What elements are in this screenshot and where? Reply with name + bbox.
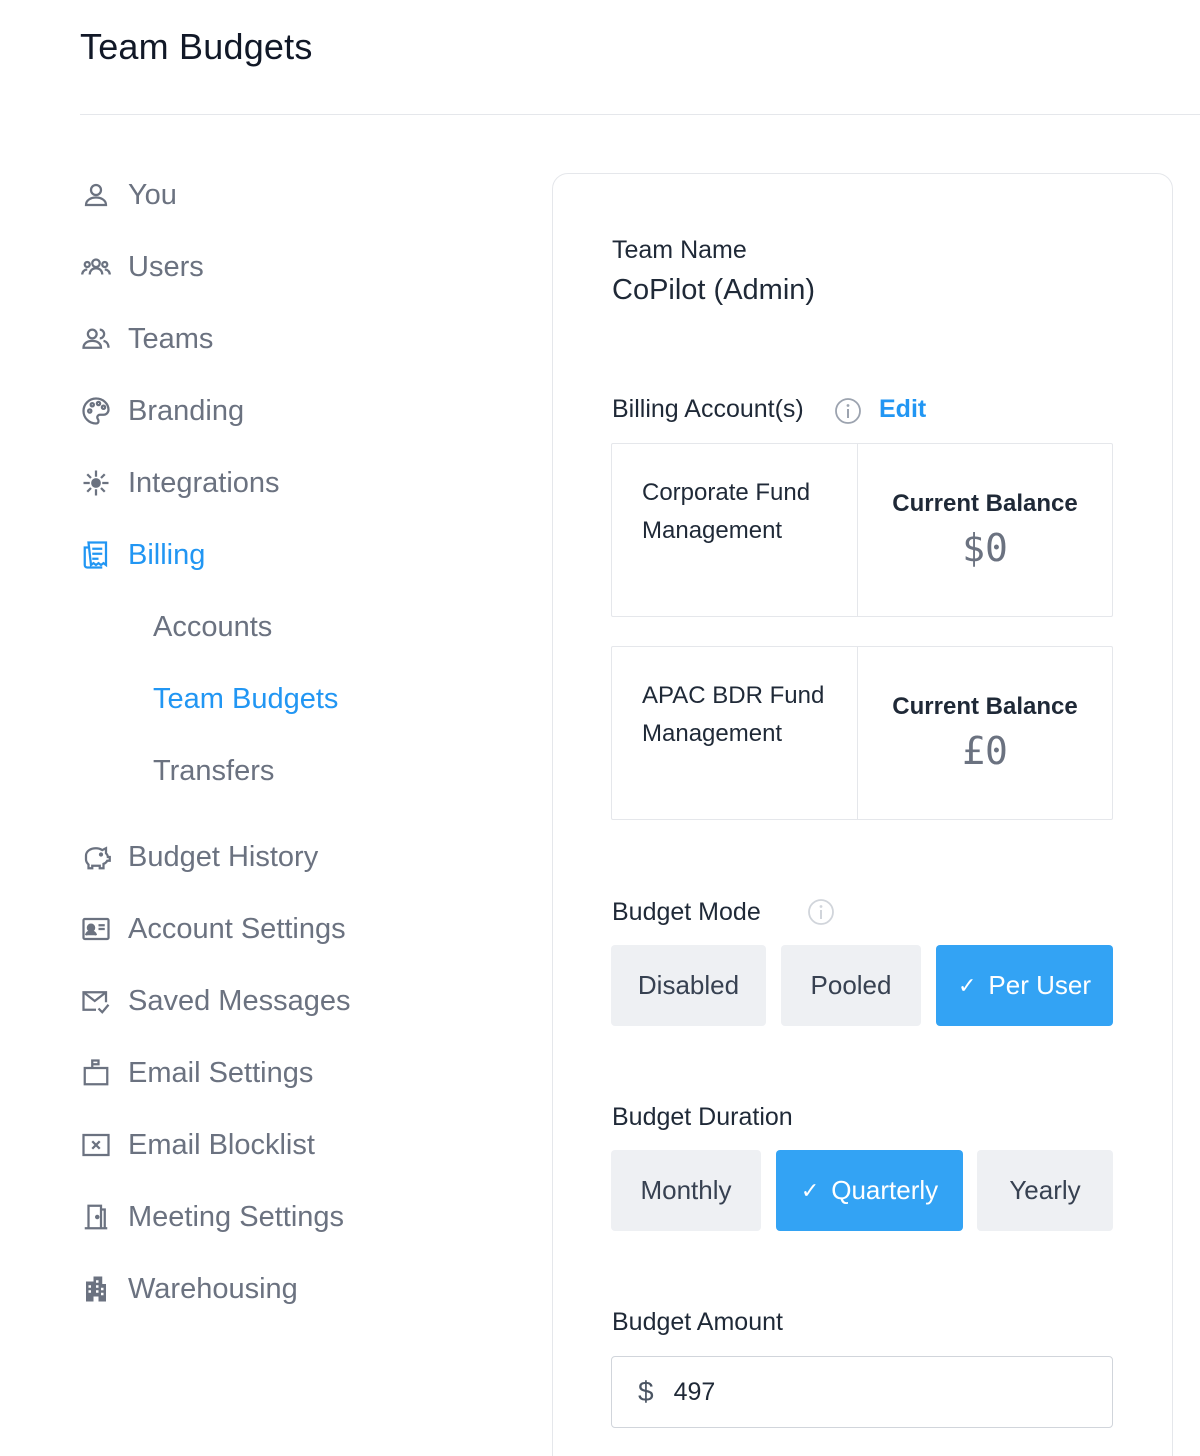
sidebar-subitem-transfers[interactable]: Transfers [153,736,274,806]
budget-mode-label: Budget Mode [612,898,761,926]
option-label: Monthly [640,1175,732,1205]
billing-accounts-label: Billing Account(s) [612,395,804,423]
sidebar-item-branding[interactable]: Branding [80,376,244,446]
billing-account-card: Corporate Fund Management Current Balanc… [611,443,1113,617]
sidebar-subitem-team-budgets[interactable]: Team Budgets [153,664,338,734]
balance-label: Current Balance [892,490,1078,517]
team-budget-card: Team Name CoPilot (Admin) Billing Accoun… [552,173,1173,1456]
option-label: Yearly [1009,1175,1081,1205]
check-icon: ✓ [800,1177,820,1203]
team-name-value: CoPilot (Admin) [612,274,816,306]
balance-value: £0 [962,729,1008,773]
account-balance: Current Balance $0 [858,444,1112,616]
info-icon[interactable] [807,898,835,926]
edit-billing-accounts-link[interactable]: Edit [879,395,926,424]
budget-duration-monthly-button[interactable]: Monthly [611,1150,761,1231]
page-title: Team Budgets [80,26,313,67]
sidebar-item-label: Email Blocklist [128,1128,315,1161]
sidebar-item-label: Teams [128,322,214,355]
sidebar-item-label: Warehousing [128,1272,298,1305]
sidebar-subitem-accounts[interactable]: Accounts [153,592,272,662]
budget-mode-per-user-button[interactable]: ✓ Per User [936,945,1113,1026]
option-label: Disabled [637,970,740,1000]
sidebar-item-you[interactable]: You [80,160,177,230]
sidebar-item-label: Users [128,250,204,283]
sidebar-item-label: Email Settings [128,1056,314,1089]
currency-symbol: $ [638,1376,654,1407]
account-name: Corporate Fund Management [612,444,858,616]
budget-amount-field[interactable]: $ [611,1356,1113,1428]
blocklist-icon [80,1129,112,1161]
sidebar-item-email-settings[interactable]: Email Settings [80,1038,313,1108]
palette-icon [80,395,112,427]
sidebar-item-budget-history[interactable]: Budget History [80,822,318,892]
sidebar-item-label: Integrations [128,466,280,499]
budget-amount-label: Budget Amount [612,1308,783,1336]
header-divider [80,114,1200,115]
user-icon [80,179,112,211]
budget-mode-pooled-button[interactable]: Pooled [781,945,921,1026]
door-icon [80,1201,112,1233]
check-icon: ✓ [957,972,977,998]
budget-duration-yearly-button[interactable]: Yearly [977,1150,1113,1231]
mail-check-icon [80,985,112,1017]
balance-label: Current Balance [892,693,1078,720]
option-label: Quarterly [831,1175,939,1205]
sidebar-item-meeting-settings[interactable]: Meeting Settings [80,1182,344,1252]
mailbox-icon [80,1057,112,1089]
id-card-icon [80,913,112,945]
sidebar-item-users[interactable]: Users [80,232,204,302]
budget-mode-disabled-button[interactable]: Disabled [611,945,766,1026]
budget-duration-label: Budget Duration [612,1103,793,1131]
receipt-icon [80,539,112,571]
users-group-icon [80,251,112,283]
info-icon[interactable] [834,397,862,425]
sidebar-item-label: Account Settings [128,912,346,945]
sidebar-item-teams[interactable]: Teams [80,304,213,374]
sidebar-item-label: Branding [128,394,245,427]
account-name: APAC BDR Fund Management [612,647,858,819]
sidebar-item-label: Meeting Settings [128,1200,345,1233]
integrations-icon [80,467,112,499]
sidebar-item-billing[interactable]: Billing [80,520,205,590]
team-icon [80,323,112,355]
sidebar-item-saved-messages[interactable]: Saved Messages [80,966,350,1036]
sidebar-item-warehousing[interactable]: Warehousing [80,1254,298,1324]
budget-duration-quarterly-button[interactable]: ✓ Quarterly [776,1150,963,1231]
sidebar-item-label: Saved Messages [128,984,351,1017]
sidebar-item-email-blocklist[interactable]: Email Blocklist [80,1110,315,1180]
account-balance: Current Balance £0 [858,647,1112,819]
sidebar-item-account-settings[interactable]: Account Settings [80,894,346,964]
sidebar-item-integrations[interactable]: Integrations [80,448,280,518]
billing-account-card: APAC BDR Fund Management Current Balance… [611,646,1113,820]
option-label: Per User [988,970,1091,1000]
sidebar-item-label: Billing [128,538,206,571]
option-label: Pooled [810,970,892,1000]
building-icon [80,1273,112,1305]
budget-amount-input[interactable] [673,1377,974,1407]
piggy-bank-icon [80,841,112,873]
sidebar-item-label: You [128,178,177,211]
sidebar-item-label: Budget History [128,840,319,873]
team-name-label: Team Name [612,236,747,264]
balance-value: $0 [962,526,1008,570]
